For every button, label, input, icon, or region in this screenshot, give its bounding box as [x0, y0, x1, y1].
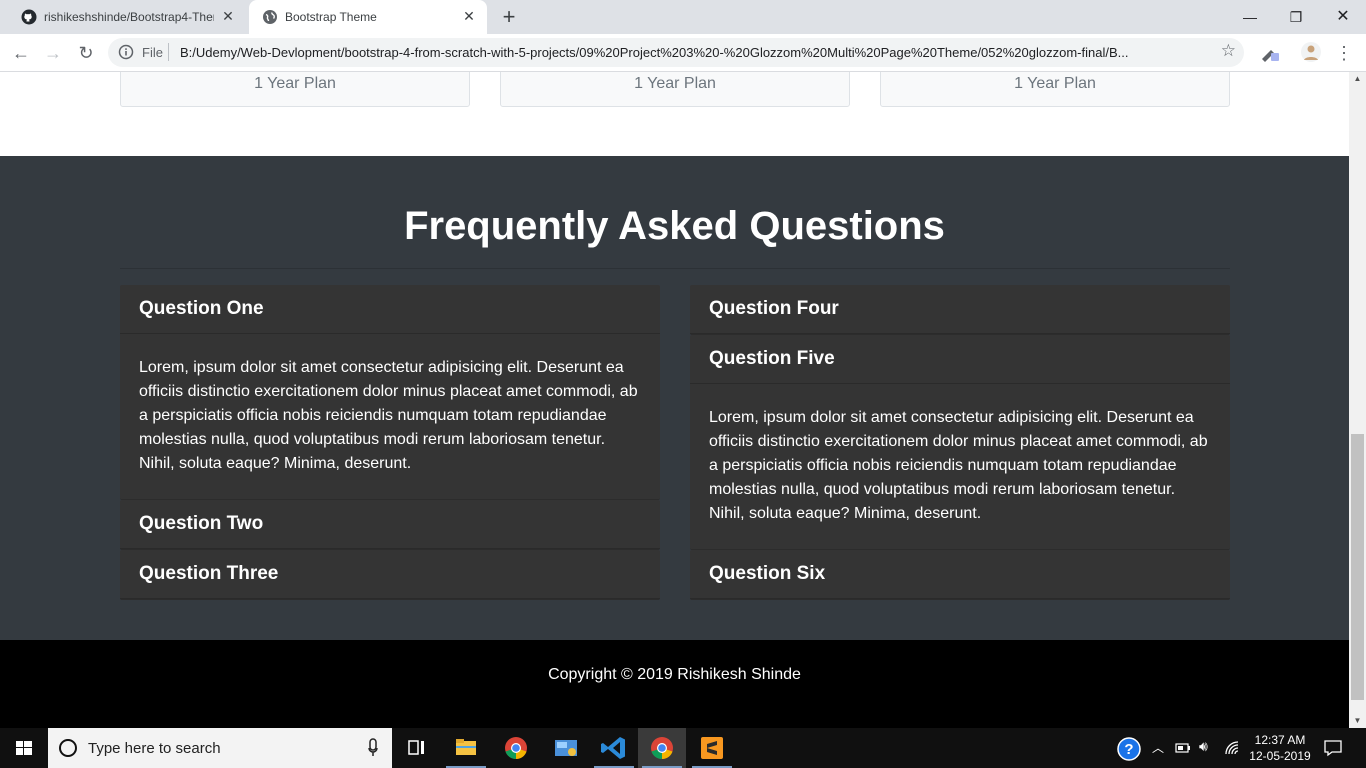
address-url[interactable]: B:/Udemy/Web-Devlopment/bootstrap-4-from… [180, 45, 1210, 60]
taskbar-search-box[interactable]: Type here to search [48, 728, 392, 768]
close-icon[interactable]: ✕ [461, 8, 477, 24]
menu-dots-icon[interactable]: ⋮ [1332, 41, 1356, 65]
address-bar[interactable]: File B:/Udemy/Web-Devlopment/bootstrap-4… [108, 38, 1244, 67]
tab-bootstrap-theme[interactable]: Bootstrap Theme ✕ [249, 0, 487, 34]
task-view-icon[interactable] [392, 728, 440, 768]
faq-left-column: Question One Lorem, ipsum dolor sit amet… [120, 285, 660, 600]
window-close-icon[interactable]: ✕ [1331, 5, 1355, 29]
faq-item: Question Two [120, 500, 660, 550]
page-footer: Copyright © 2019 Rishikesh Shinde [0, 640, 1349, 728]
chevron-up-icon[interactable]: ︿ [1152, 739, 1164, 756]
page-viewport: 1 Year Plan 1 Year Plan 1 Year Plan Freq… [0, 72, 1349, 728]
tab-title: Bootstrap Theme [285, 10, 377, 24]
tab-title: rishikeshshinde/Bootstrap4-Theme [44, 10, 214, 24]
help-icon[interactable]: ? [1117, 737, 1141, 761]
faq-question-three[interactable]: Question Three [120, 550, 660, 599]
minimize-icon[interactable]: — [1238, 5, 1262, 29]
faq-question-six[interactable]: Question Six [690, 550, 1230, 599]
new-tab-button[interactable]: + [499, 6, 519, 28]
tab-github[interactable]: rishikeshshinde/Bootstrap4-Theme ✕ [8, 0, 246, 34]
microphone-icon[interactable] [368, 738, 378, 758]
cortana-icon [59, 739, 77, 757]
faq-question-five[interactable]: Question Five [690, 335, 1230, 384]
battery-icon[interactable] [1175, 742, 1191, 754]
browser-toolbar: ← → ↻ File B:/Udemy/Web-Devlopment/boots… [0, 34, 1366, 72]
clock-time: 12:37 AM [1254, 733, 1306, 747]
windows-start-icon[interactable] [0, 728, 48, 768]
faq-title: Frequently Asked Questions [404, 204, 945, 248]
svg-text:?: ? [1124, 741, 1133, 758]
taskbar-clock[interactable]: 12:37 AM 12-05-2019 [1244, 732, 1316, 764]
plan-button[interactable]: 1 Year Plan [500, 72, 850, 107]
faq-answer: Lorem, ipsum dolor sit amet consectetur … [139, 359, 638, 472]
faq-item: Question Six [690, 550, 1230, 600]
faq-question-one[interactable]: Question One [120, 285, 660, 334]
copyright-text: Copyright © 2019 Rishikesh Shinde [548, 666, 801, 683]
tab-strip: rishikeshshinde/Bootstrap4-Theme ✕ Boots… [0, 0, 1366, 34]
github-icon [21, 9, 37, 25]
restore-icon[interactable]: ❐ [1284, 5, 1308, 29]
address-separator [168, 43, 169, 61]
plan-button[interactable]: 1 Year Plan [880, 72, 1230, 107]
windows-taskbar: Type here to search ? ︿ 🔊︎ 12:37 AM 12-0… [0, 728, 1366, 768]
scroll-down-arrow-icon[interactable]: ▼ [1349, 714, 1366, 728]
faq-item: Question Three [120, 550, 660, 600]
forward-arrow-icon[interactable]: → [41, 41, 65, 65]
control-panel-icon[interactable] [542, 728, 590, 768]
faq-section: Frequently Asked Questions Question One … [0, 156, 1349, 640]
globe-icon [263, 10, 277, 24]
faq-divider [120, 268, 1230, 269]
faq-question-four[interactable]: Question Four [690, 285, 1230, 334]
extension-icon[interactable] [1258, 41, 1280, 63]
back-arrow-icon[interactable]: ← [9, 41, 33, 65]
profile-avatar-icon[interactable] [1300, 41, 1322, 63]
reload-icon[interactable]: ↻ [74, 41, 98, 65]
faq-right-column: Question Four Question Five Lorem, ipsum… [690, 285, 1230, 600]
plan-button[interactable]: 1 Year Plan [120, 72, 470, 107]
faq-item: Question Four [690, 285, 1230, 335]
info-icon[interactable] [118, 44, 134, 60]
faq-item: Question Five Lorem, ipsum dolor sit ame… [690, 335, 1230, 550]
wifi-icon[interactable] [1224, 740, 1240, 756]
bookmark-star-icon[interactable]: ☆ [1221, 41, 1236, 61]
close-icon[interactable]: ✕ [220, 8, 236, 24]
chrome-icon[interactable] [492, 728, 540, 768]
faq-item: Question One Lorem, ipsum dolor sit amet… [120, 285, 660, 500]
faq-question-two[interactable]: Question Two [120, 500, 660, 549]
clock-date: 12-05-2019 [1249, 749, 1311, 763]
scrollbar-thumb[interactable] [1351, 434, 1364, 700]
search-placeholder: Type here to search [88, 740, 221, 757]
chrome-active-icon[interactable] [638, 728, 686, 768]
sublime-text-icon[interactable] [688, 728, 736, 768]
vscode-icon[interactable] [590, 728, 638, 768]
file-explorer-icon[interactable] [442, 728, 490, 768]
pricing-section: 1 Year Plan 1 Year Plan 1 Year Plan [0, 72, 1349, 156]
address-scheme: File [142, 45, 163, 60]
faq-answer: Lorem, ipsum dolor sit amet consectetur … [709, 409, 1208, 522]
scroll-up-arrow-icon[interactable]: ▲ [1349, 72, 1366, 86]
notifications-icon[interactable] [1323, 738, 1343, 758]
page-scrollbar[interactable]: ▲ ▼ [1349, 72, 1366, 728]
volume-icon[interactable]: 🔊︎ [1199, 738, 1208, 755]
